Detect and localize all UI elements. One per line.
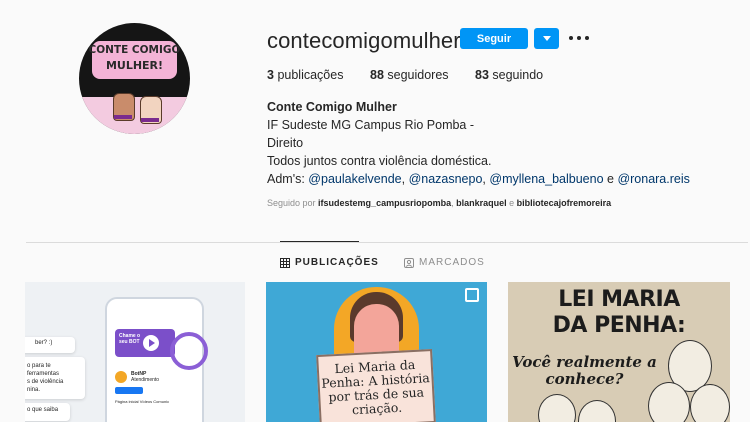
play-triangle	[149, 339, 155, 347]
chat-bubble: o para te ferramentas s de violência nin…	[25, 357, 85, 399]
admin-mention-link[interactable]: @nazasnepo	[409, 172, 483, 186]
following-count-value: 83	[475, 68, 489, 82]
following-count[interactable]: 83 seguindo	[475, 68, 543, 82]
chat-text: s de violência	[27, 379, 64, 385]
following-count-label: seguindo	[492, 68, 544, 82]
adms-prefix: Adm's:	[267, 172, 309, 186]
bot-logo-icon	[170, 332, 208, 370]
chevron-down-icon	[542, 36, 551, 41]
bot-banner-text: Chame o seu BOT	[119, 333, 140, 345]
active-tab-indicator	[280, 241, 359, 242]
post-subtitle-line: Você realmente a	[512, 353, 657, 371]
woman-sketch-illustration	[690, 384, 730, 422]
bio-line: Todos juntos contra violência doméstica.	[267, 154, 492, 168]
page-tab: Vídeos	[139, 399, 153, 404]
page-tab: Comunic	[153, 399, 170, 404]
wristband-icon	[141, 118, 159, 122]
protest-sign: Lei Maria da Penha: A história por trás …	[316, 349, 436, 422]
post-thumbnail[interactable]: LEI MARIA DA PENHA: Você realmente a con…	[508, 282, 730, 422]
follower-username: blankraquel	[456, 198, 507, 208]
admin-mention-link[interactable]: @ronara.reis	[617, 172, 689, 186]
separator: ,	[401, 172, 409, 186]
tab-posts[interactable]: PUBLICAÇÕES	[280, 257, 379, 268]
post-subtitle-line: conhece?	[545, 370, 624, 388]
separator: e	[506, 198, 517, 208]
more-dot-icon	[585, 36, 589, 40]
avatar-text-line1: CONTE COMIGO	[88, 44, 181, 56]
posts-count-label: publicações	[277, 68, 344, 82]
chat-text: nina.	[27, 387, 41, 393]
tag-person-icon	[404, 257, 414, 268]
chat-text: ferramentas	[27, 371, 60, 377]
wristband-icon	[114, 115, 132, 119]
tab-posts-label: PUBLICAÇÕES	[295, 257, 379, 268]
followed-by-prefix: Seguido por	[267, 198, 319, 208]
bio-line: Direito	[267, 136, 304, 150]
post-thumbnail[interactable]: Lei Maria da Penha: A história por trás …	[266, 282, 487, 422]
followed-by-line[interactable]: Seguido por ifsudestemg_campusriopomba, …	[267, 198, 611, 208]
admin-mention-link[interactable]: @myllena_balbueno	[489, 172, 603, 186]
chat-text: ber? :)	[35, 340, 53, 346]
profile-avatar[interactable]: CONTE COMIGO MULHER!	[79, 23, 190, 134]
post-title-line: DA PENHA:	[552, 313, 686, 338]
chat-text: o para te	[27, 363, 51, 369]
protest-sign-text: Lei Maria da Penha: A história por trás …	[319, 357, 434, 419]
post-title: LEI MARIA DA PENHA:	[508, 287, 730, 339]
followers-count-label: seguidores	[387, 68, 449, 82]
admin-mention-link[interactable]: @paulakelvende	[308, 172, 401, 186]
chat-text-block: o para te ferramentas s de violência nin…	[27, 362, 63, 394]
follower-username: bibliotecajofremoreira	[516, 198, 612, 208]
bio-adms-line: Adm's: @paulakelvende, @nazasnepo, @myll…	[267, 172, 690, 186]
grid-icon	[280, 257, 290, 268]
followers-count-value: 88	[370, 68, 384, 82]
profile-username: contecomigomulher	[267, 28, 461, 53]
follower-username: ifsudestemg_campusriopomba	[318, 198, 452, 208]
bio-line: IF Sudeste MG Campus Rio Pomba -	[267, 118, 475, 132]
chat-bubble: o que saiba	[25, 403, 70, 421]
woman-sketch-illustration	[648, 382, 690, 422]
posts-count: 3 publicações	[267, 68, 343, 82]
separator: e	[603, 172, 618, 186]
tab-tagged[interactable]: MARCADOS	[404, 257, 485, 268]
followers-count[interactable]: 88 seguidores	[370, 68, 449, 82]
profile-full-name: Conte Comigo Mulher	[267, 100, 397, 114]
page-category: Atendimento	[131, 377, 160, 383]
play-icon	[143, 335, 159, 351]
more-dot-icon	[569, 36, 573, 40]
suggestions-dropdown-button[interactable]	[534, 28, 559, 49]
avatar-text-line2: MULHER!	[105, 59, 164, 72]
post-thumbnail[interactable]: ber? :) o para te ferramentas s de violê…	[25, 282, 245, 422]
tabs-divider	[26, 242, 748, 243]
posts-count-value: 3	[267, 68, 274, 82]
more-options-button[interactable]	[569, 29, 589, 47]
page-avatar	[115, 371, 127, 383]
post-subtitle: Você realmente a conhece?	[512, 354, 657, 388]
follow-button[interactable]: Seguir	[460, 28, 528, 49]
page-tabs: Página inicial Vídeos Comunic	[115, 399, 169, 404]
woman-sketch-illustration	[538, 394, 576, 422]
more-dot-icon	[577, 36, 581, 40]
post-title-line: LEI MARIA	[558, 287, 680, 312]
chat-text: o que saiba	[27, 407, 59, 413]
chat-bubble: ber? :)	[25, 337, 75, 353]
woman-sketch-illustration	[578, 400, 616, 422]
carousel-icon	[465, 288, 479, 302]
tab-tagged-label: MARCADOS	[419, 257, 485, 268]
page-tab: Página inicial	[115, 399, 139, 404]
page-name-block: BotNP Atendimento	[131, 371, 159, 383]
message-button	[115, 387, 143, 394]
bot-banner-line: seu BOT	[119, 339, 140, 345]
